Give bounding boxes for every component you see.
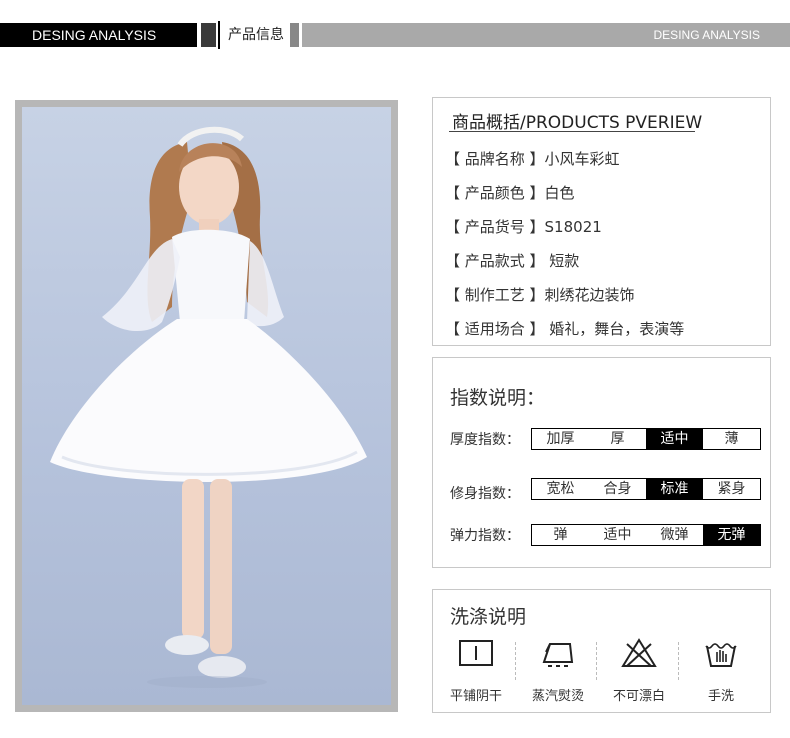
fit-label: 修身指数： bbox=[450, 486, 520, 502]
banner-product-info: 产品信息 bbox=[228, 27, 284, 43]
hand-wash-icon bbox=[705, 643, 737, 667]
steam-iron-icon bbox=[542, 643, 574, 667]
overview-craft: 【 制作工艺 】刺绣花边装饰 bbox=[445, 286, 635, 304]
index-panel: 指数说明： 厚度指数： 加厚 厚 适中 薄 修身指数： 宽松 合身 标准 紧身 … bbox=[432, 357, 771, 568]
banner-left-title: DESING ANALYSIS bbox=[0, 23, 197, 47]
wash-separator bbox=[678, 642, 679, 680]
overview-color: 【 产品颜色 】白色 bbox=[445, 184, 575, 202]
fit-option: 紧身 bbox=[717, 481, 746, 497]
wash-separator bbox=[515, 642, 516, 680]
fit-scale: 宽松 合身 标准 紧身 bbox=[531, 478, 761, 500]
overview-title-underline bbox=[449, 131, 695, 132]
elastic-scale: 弹 适中 微弹 无弹 bbox=[531, 524, 761, 546]
elastic-option: 适中 bbox=[603, 527, 632, 543]
overview-occasion: 【 适用场合 】 婚礼，舞台，表演等 bbox=[445, 320, 685, 338]
elastic-option: 弹 bbox=[553, 527, 568, 543]
girl-in-white-dress-illustration bbox=[50, 126, 367, 688]
wash-item-flat-dry: 平铺阴干 bbox=[436, 634, 516, 704]
product-overview-panel: 商品概括/PRODUCTS PVERIEW 【 品牌名称 】小风车彩虹 【 产品… bbox=[432, 97, 771, 346]
thickness-scale: 加厚 厚 适中 薄 bbox=[531, 428, 761, 450]
wash-title: 洗涤说明 bbox=[450, 606, 527, 628]
overview-style: 【 产品款式 】 短款 bbox=[445, 252, 580, 270]
wash-label: 蒸汽熨烫 bbox=[531, 689, 584, 704]
wash-instructions-panel: 洗涤说明 平铺阴干 蒸汽熨烫 不可漂白 手洗 bbox=[432, 589, 771, 713]
fit-option: 合身 bbox=[603, 481, 632, 497]
no-bleach-icon bbox=[621, 638, 657, 667]
wash-label: 手洗 bbox=[707, 689, 734, 704]
wash-label: 不可漂白 bbox=[612, 689, 665, 704]
wash-label: 平铺阴干 bbox=[449, 689, 502, 704]
fit-option: 宽松 bbox=[546, 481, 575, 497]
thickness-option: 加厚 bbox=[546, 431, 575, 447]
wash-separator bbox=[596, 642, 597, 680]
wash-item-no-bleach: 不可漂白 bbox=[599, 634, 679, 704]
elastic-option: 微弹 bbox=[660, 527, 689, 543]
thickness-label: 厚度指数： bbox=[450, 432, 520, 448]
flat-dry-shade-icon bbox=[459, 640, 493, 666]
product-photo bbox=[22, 107, 391, 705]
fit-option-selected: 标准 bbox=[646, 479, 703, 499]
thickness-option: 薄 bbox=[724, 431, 739, 447]
elastic-option-selected: 无弹 bbox=[703, 525, 760, 545]
overview-title: 商品概括/PRODUCTS PVERIEW bbox=[452, 113, 703, 133]
banner-dark-block bbox=[201, 23, 216, 47]
thickness-option-selected: 适中 bbox=[646, 429, 703, 449]
banner-divider bbox=[218, 21, 220, 49]
thickness-option: 厚 bbox=[610, 431, 625, 447]
index-title: 指数说明： bbox=[450, 387, 546, 409]
banner-right-title: DESING ANALYSIS bbox=[302, 23, 790, 47]
elastic-label: 弹力指数： bbox=[450, 528, 520, 544]
overview-sku: 【 产品货号 】S18021 bbox=[445, 218, 602, 236]
banner-grey-block bbox=[290, 23, 299, 47]
wash-item-steam-iron: 蒸汽熨烫 bbox=[518, 634, 598, 704]
wash-item-hand-wash: 手洗 bbox=[681, 634, 761, 704]
overview-brand: 【 品牌名称 】小风车彩虹 bbox=[445, 150, 620, 168]
